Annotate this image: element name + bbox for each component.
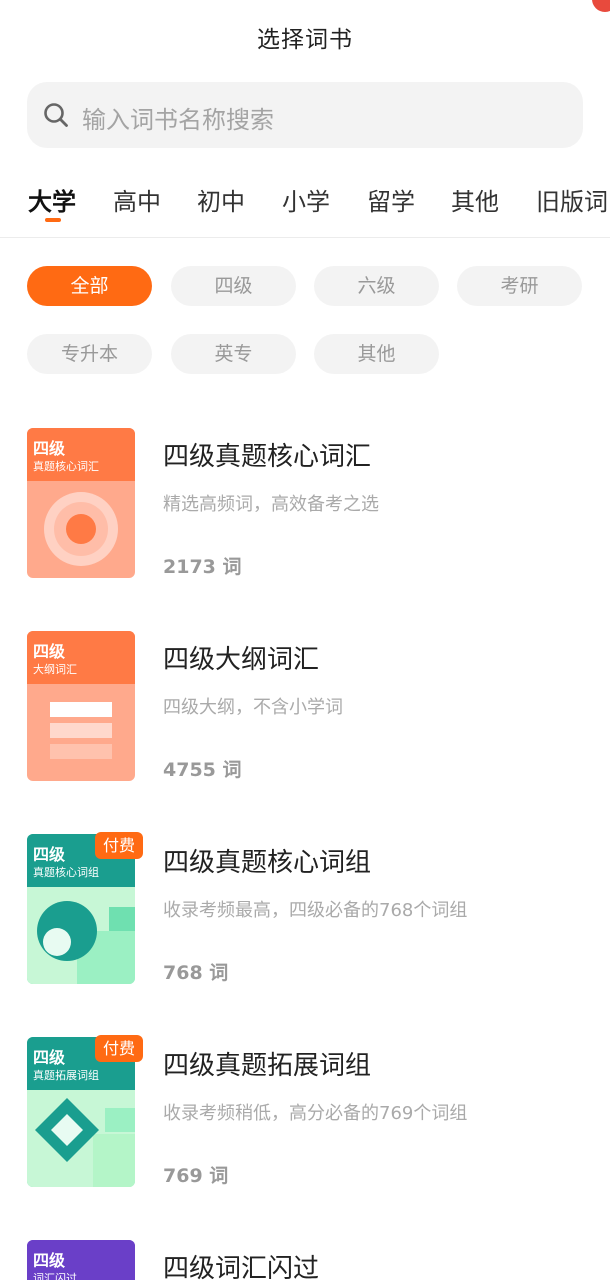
book-item[interactable]: 四级 词汇闪过 四级词汇闪过 — [27, 1240, 587, 1280]
word-count: 4755 词 — [163, 759, 242, 781]
category-tabs: 大学 高中 初中 小学 留学 其他 旧版词 — [0, 170, 610, 238]
cover-subtitle: 大纲词汇 — [33, 663, 77, 676]
word-count: 768 词 — [163, 962, 229, 984]
paid-badge: 付费 — [95, 832, 143, 859]
book-description: 收录考频稍低，高分必备的769个词组 — [163, 1103, 468, 1124]
cover-subtitle: 真题核心词组 — [33, 866, 99, 879]
notification-dot — [592, 0, 610, 12]
cover-subtitle: 真题核心词汇 — [33, 460, 99, 473]
book-description: 四级大纲，不含小学词 — [163, 697, 343, 718]
tab-qita[interactable]: 其他 — [451, 182, 499, 217]
book-description: 精选高频词，高效备考之选 — [163, 494, 379, 515]
circles-icon — [27, 887, 135, 984]
word-count: 2173 词 — [163, 556, 242, 578]
cover-level: 四级 — [33, 642, 66, 661]
cover-level: 四级 — [33, 1251, 66, 1270]
word-count: 769 词 — [163, 1165, 229, 1187]
tab-xiaoxue[interactable]: 小学 — [282, 182, 330, 217]
search-bar[interactable]: 输入词书名称搜索 — [27, 82, 583, 148]
chip-all[interactable]: 全部 — [27, 266, 152, 306]
book-cover: 四级 词汇闪过 — [27, 1240, 135, 1280]
chip-other[interactable]: 其他 — [314, 334, 439, 374]
book-cover: 四级 大纲词汇 — [27, 631, 135, 781]
tab-daxue[interactable]: 大学 — [28, 182, 76, 217]
active-tab-indicator — [45, 218, 61, 222]
chip-kaoyan[interactable]: 考研 — [457, 266, 582, 306]
book-description: 收录考频最高，四级必备的768个词组 — [163, 900, 468, 921]
chip-yingzhuan[interactable]: 英专 — [171, 334, 296, 374]
ring-icon — [44, 492, 118, 566]
cover-subtitle: 真题拓展词组 — [33, 1069, 99, 1082]
page-title: 选择词书 — [257, 27, 353, 53]
diamond-icon — [27, 1090, 135, 1187]
book-title: 四级真题核心词汇 — [163, 442, 372, 472]
tab-gaozhong[interactable]: 高中 — [113, 182, 161, 217]
search-icon — [44, 103, 68, 127]
book-item[interactable]: 四级 大纲词汇 四级大纲词汇 四级大纲，不含小学词 4755 词 — [27, 631, 587, 781]
cover-subtitle: 词汇闪过 — [33, 1272, 77, 1280]
book-cover: 四级 真题核心词汇 — [27, 428, 135, 578]
tab-jiuban[interactable]: 旧版词 — [536, 182, 608, 217]
book-title: 四级真题拓展词组 — [163, 1051, 372, 1081]
paid-badge: 付费 — [95, 1035, 143, 1062]
tab-liuxue[interactable]: 留学 — [367, 182, 415, 217]
cover-level: 四级 — [33, 439, 66, 458]
header: 选择词书 — [0, 0, 610, 72]
book-item[interactable]: 四级 真题拓展词组 付费 四级真题拓展词组 收录考频稍低，高分必备的769个词组… — [27, 1035, 587, 1187]
stack-icon — [50, 702, 112, 759]
chip-cet6[interactable]: 六级 — [314, 266, 439, 306]
book-title: 四级真题核心词组 — [163, 848, 372, 878]
book-title: 四级词汇闪过 — [163, 1254, 320, 1280]
cover-level: 四级 — [33, 1048, 66, 1067]
tab-chuzhong[interactable]: 初中 — [197, 182, 245, 217]
cover-level: 四级 — [33, 845, 66, 864]
search-placeholder: 输入词书名称搜索 — [82, 106, 274, 134]
chip-zhuanshengben[interactable]: 专升本 — [27, 334, 152, 374]
book-item[interactable]: 四级 真题核心词组 付费 四级真题核心词组 收录考频最高，四级必备的768个词组… — [27, 832, 587, 984]
book-item[interactable]: 四级 真题核心词汇 四级真题核心词汇 精选高频词，高效备考之选 2173 词 — [27, 428, 587, 578]
chip-cet4[interactable]: 四级 — [171, 266, 296, 306]
book-title: 四级大纲词汇 — [163, 645, 320, 675]
